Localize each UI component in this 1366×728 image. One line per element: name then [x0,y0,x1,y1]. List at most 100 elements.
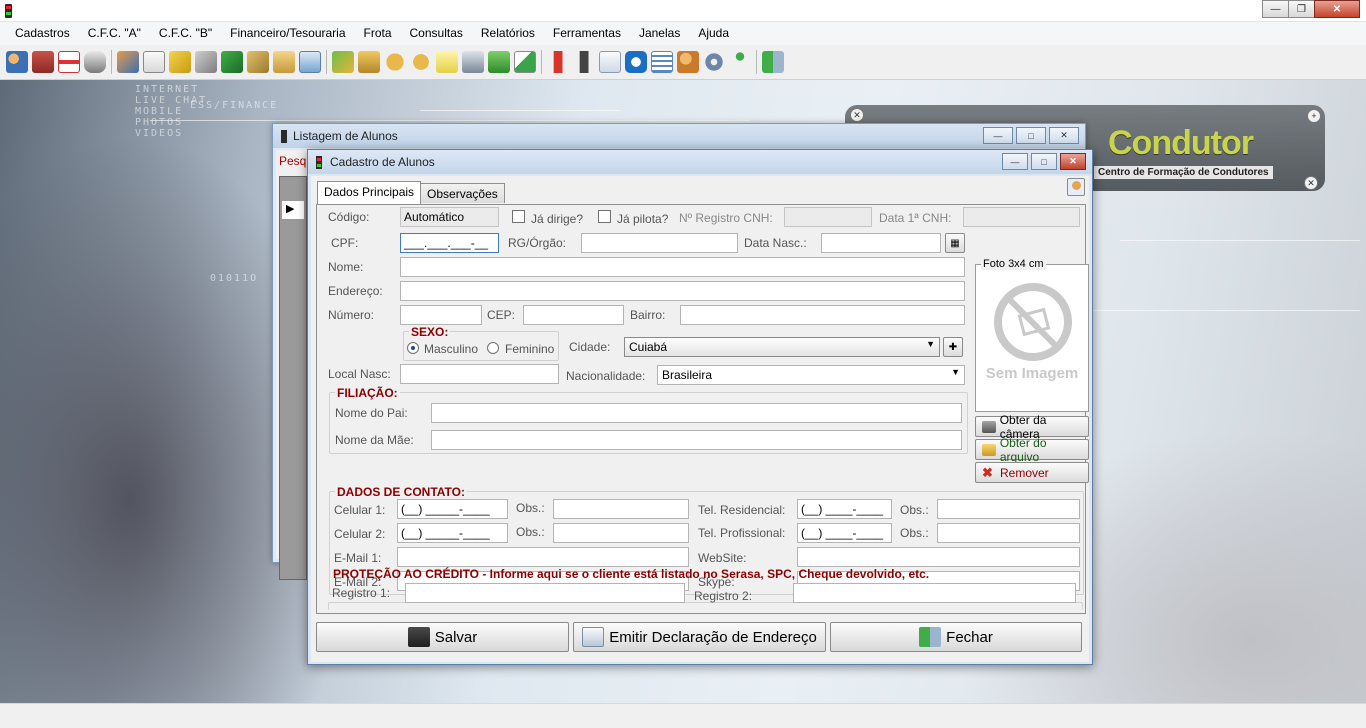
numero-field[interactable] [400,305,482,325]
vehicle-repair-icon[interactable] [32,51,54,73]
protecao-label: PROTEÇÃO AO CRÉDITO - Informe aqui se o … [333,567,930,581]
fire-extinguisher-icon[interactable] [547,51,569,73]
menu-financeiro[interactable]: Financeiro/Tesouraria [221,22,354,45]
calendar-icon[interactable]: ▦ [945,233,965,253]
user-lock-icon[interactable] [677,51,699,73]
menu-consultas[interactable]: Consultas [401,22,472,45]
cidade-select[interactable]: Cuiabá ▼ [624,337,940,357]
tel-residencial-field[interactable]: (__) ____-____ [797,499,892,519]
file-button[interactable]: Obter do arquivo [975,436,1089,464]
package-icon[interactable] [358,51,380,73]
registro1-field[interactable] [405,583,685,603]
restore-button[interactable]: □ [1031,153,1057,170]
menu-relatorios[interactable]: Relatórios [472,22,544,45]
car-icon[interactable] [84,51,106,73]
banknote-icon[interactable] [488,51,510,73]
masculino-radio[interactable] [407,342,419,354]
users-icon[interactable] [6,51,28,73]
money-bag-icon[interactable] [384,51,406,73]
cep-field[interactable] [523,305,624,325]
menu-bar: Cadastros C.F.C. "A" C.F.C. "B" Financei… [0,22,1366,45]
bairro-field[interactable] [680,305,965,325]
minimize-button[interactable]: — [983,127,1013,144]
minimize-button[interactable]: — [1262,0,1289,18]
menu-cfc-b[interactable]: C.F.C. "B" [150,22,221,45]
menu-frota[interactable]: Frota [355,22,401,45]
money-exchange-icon[interactable] [332,51,354,73]
local-nasc-field[interactable] [400,364,559,384]
menu-ajuda[interactable]: Ajuda [689,22,738,45]
add-icon[interactable]: + [1307,109,1321,123]
celular1-obs-field[interactable] [553,499,689,519]
notes-icon[interactable] [436,51,458,73]
close-button[interactable]: ✕ [1049,127,1079,144]
restore-button[interactable]: □ [1016,127,1046,144]
photo-box: Sem Imagem [975,264,1089,412]
tel-profissional-obs-field[interactable] [937,523,1080,543]
user-photo-button[interactable] [1067,178,1085,196]
emit-declaration-button[interactable]: Emitir Declaração de Endereço [573,622,826,652]
file-button-label: Obter do arquivo [999,435,1047,464]
celular2-field[interactable]: (__) _____-____ [397,523,508,543]
cpf-field[interactable]: ___.___.___-__ [400,233,499,253]
celular1-field[interactable]: (__) _____-____ [397,499,508,519]
close-icon[interactable]: ✕ [1304,176,1318,190]
camera-button[interactable]: Obter da câmera [975,413,1089,441]
menu-cadastros[interactable]: Cadastros [6,22,79,45]
id-card-icon[interactable] [299,51,321,73]
feminino-radio[interactable] [487,342,499,354]
menu-cfc-a[interactable]: C.F.C. "A" [79,22,150,45]
save-button[interactable]: Salvar [316,622,569,652]
menu-janelas[interactable]: Janelas [630,22,689,45]
ja-dirige-checkbox[interactable] [512,210,525,223]
gears-icon[interactable] [703,51,725,73]
close-dialog-button[interactable]: Fechar [830,622,1082,652]
tel-residencial-obs-field[interactable] [937,499,1080,519]
menu-ferramentas[interactable]: Ferramentas [544,22,630,45]
nome-pai-field[interactable] [431,403,962,423]
close-button[interactable]: ✕ [1060,153,1086,170]
add-city-icon[interactable]: ✚ [943,337,963,357]
data-nasc-field[interactable] [821,233,941,253]
teamviewer-icon[interactable] [625,51,647,73]
celular2-obs-field[interactable] [553,523,689,543]
registro1-label: Registro 1: [332,586,391,600]
close-button[interactable]: ✕ [1314,0,1360,18]
registro2-field[interactable] [793,583,1076,603]
book-gray-icon[interactable] [195,51,217,73]
ja-pilota-checkbox[interactable] [598,210,611,223]
endereco-field[interactable] [400,281,965,301]
first-aid-icon[interactable] [58,51,80,73]
tools-icon[interactable] [247,51,269,73]
cash-register-icon[interactable] [462,51,484,73]
app-icon [5,4,12,18]
book-green-icon[interactable] [221,51,243,73]
list-icon[interactable] [651,51,673,73]
restore-button[interactable]: ❐ [1288,0,1315,18]
chart-icon[interactable] [514,51,536,73]
tab-observacoes[interactable]: Observações [420,183,505,203]
phone-icon[interactable] [573,51,595,73]
email-icon[interactable] [599,51,621,73]
toolbar-separator [756,50,757,74]
document-icon[interactable] [143,51,165,73]
close-icon[interactable]: ✕ [850,108,864,122]
exit-icon[interactable] [762,51,784,73]
tab-dados-principais[interactable]: Dados Principais [317,181,422,204]
nome-field[interactable] [400,257,965,277]
clipboard-icon[interactable] [273,51,295,73]
nacionalidade-select[interactable]: Brasileira ▼ [657,365,965,385]
money-bag-add-icon[interactable] [410,51,432,73]
tel-profissional-field[interactable]: (__) ____-____ [797,523,892,543]
book-yellow-icon[interactable] [169,51,191,73]
nome-mae-field[interactable] [431,430,962,450]
remove-photo-button[interactable]: ✖ Remover [975,462,1089,483]
person-green-icon[interactable] [729,51,751,73]
handshake-icon[interactable] [117,51,139,73]
students-grid[interactable] [279,176,307,580]
minimize-button[interactable]: — [1002,153,1028,170]
email1-field[interactable] [397,547,689,567]
rg-field[interactable] [581,233,738,253]
website-field[interactable] [797,547,1080,567]
nacionalidade-label: Nacionalidade: [566,369,646,383]
